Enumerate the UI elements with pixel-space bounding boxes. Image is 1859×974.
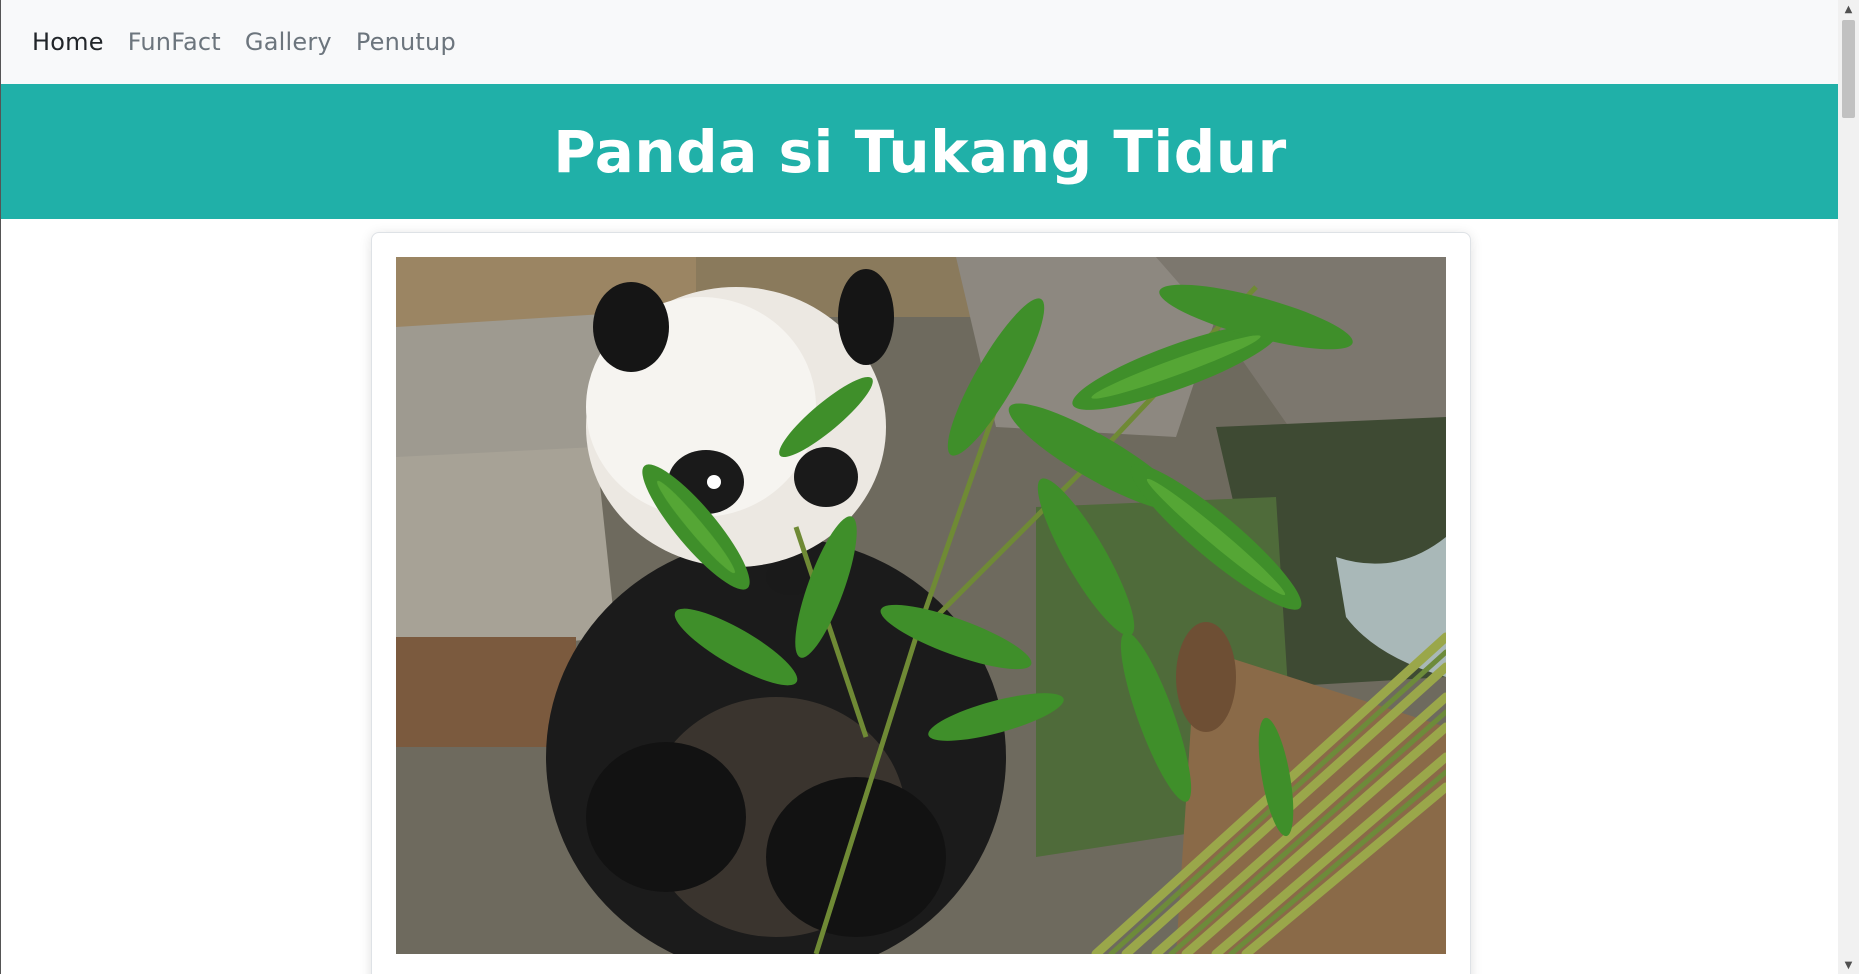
nav-home-link[interactable]: Home [32,28,104,56]
title-banner: Panda si Tukang Tidur [1,84,1838,219]
top-navbar: Home FunFact Gallery Penutup [1,0,1838,84]
scroll-up-icon[interactable]: ▲ [1838,0,1859,18]
nav-penutup-link[interactable]: Penutup [356,28,456,56]
page-title: Panda si Tukang Tidur [553,117,1287,186]
image-card [371,232,1471,974]
vertical-scrollbar[interactable]: ▲ ▼ [1838,0,1859,974]
scroll-down-icon[interactable]: ▼ [1838,956,1859,974]
page-viewport: Home FunFact Gallery Penutup Panda si Tu… [0,0,1838,974]
nav-funfact-link[interactable]: FunFact [128,28,221,56]
nav-gallery-link[interactable]: Gallery [245,28,332,56]
scrollbar-thumb[interactable] [1842,20,1855,118]
panda-photo [396,257,1446,954]
panda-eating-bamboo-photo [396,257,1446,954]
